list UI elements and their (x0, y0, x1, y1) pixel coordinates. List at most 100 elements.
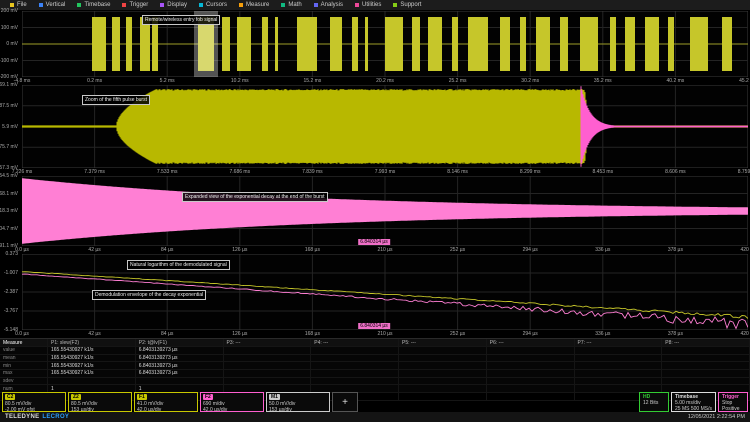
add-trace-button[interactable]: + (332, 392, 358, 412)
y-axis-label: -2.387 (4, 289, 18, 295)
x-axis-label: 126 µs (232, 247, 247, 253)
x-axis-label: 7.533 ms (157, 169, 178, 175)
measure-column-header[interactable]: P5: --- (399, 339, 487, 346)
menu-item-measure[interactable]: Measure (233, 0, 275, 10)
menu-item-math[interactable]: Math (275, 0, 307, 10)
menu-item-label: Trigger (129, 2, 148, 8)
measure-column-header[interactable]: P8: --- (662, 339, 750, 346)
x-axis-label: 10.2 ms (231, 78, 249, 84)
menu-item-cursors[interactable]: Cursors (193, 0, 233, 10)
trace-descriptor-c2[interactable]: C280.5 mV/div-2.00 mV ofst (2, 392, 66, 412)
measure-value (662, 355, 750, 362)
measure-column-header[interactable]: P1: slew(F2) (48, 339, 136, 346)
measure-value (662, 362, 750, 369)
status-bar: TELEDYNELECROY 12/05/2021 2:22:54 PM (0, 412, 750, 422)
measure-value (399, 347, 487, 354)
measure-row-label: sdev (0, 378, 48, 385)
timebase-menu-icon (77, 3, 81, 7)
menu-item-display[interactable]: Display (154, 0, 193, 10)
waveform-fob-signal (22, 11, 748, 77)
menu-item-utilities[interactable]: Utilities (349, 0, 387, 10)
menu-item-analysis[interactable]: Analysis (308, 0, 349, 10)
vertical-menu-icon (39, 3, 43, 7)
grid-zoom-burst: 169.1 mV87.5 mV5.9 mV-75.7 mV-157.3 mV Z… (0, 85, 750, 176)
x-axis-label: 210 µs (377, 331, 392, 337)
menu-item-label: Timebase (84, 2, 110, 8)
x-axis-label: 0.2 ms (87, 78, 102, 84)
measure-value (224, 347, 312, 354)
measure-column-header[interactable]: P2: t@lv(F1) (136, 339, 224, 346)
measure-value (399, 355, 487, 362)
measure-value (311, 378, 399, 385)
measure-column-header[interactable]: P4: --- (311, 339, 399, 346)
y-axis-label: 169.1 mV (0, 82, 18, 88)
x-axis-label: 378 µs (668, 247, 683, 253)
trace-id: F1 (137, 394, 147, 400)
measure-value (662, 370, 750, 377)
y-axis-labels: 154.5 mV68.1 mV-18.3 mV-104.7 mV-191.1 m… (0, 176, 20, 246)
menu-item-support[interactable]: Support (387, 0, 427, 10)
trace-id: F2 (203, 394, 213, 400)
y-axis-label: -18.3 mV (0, 208, 18, 214)
menu-item-timebase[interactable]: Timebase (71, 0, 116, 10)
x-axis-label: 84 µs (161, 247, 173, 253)
x-axis-label: 420 µs (740, 331, 750, 337)
trace-descriptor-m1[interactable]: M150.0 mV/div153 µs/div (266, 392, 330, 412)
trace-descriptor-f1[interactable]: F141.0 mV/div42.0 µs/div (134, 392, 198, 412)
y-axis-label: 0 mV (6, 41, 18, 47)
y-axis-labels: 169.1 mV87.5 mV5.9 mV-75.7 mV-157.3 mV (0, 85, 20, 168)
measure-column-header[interactable]: P3: --- (224, 339, 312, 346)
x-axis-label: 45.2 ms (739, 78, 750, 84)
measure-value (575, 378, 663, 385)
measure-value (224, 355, 312, 362)
measure-row-label: min (0, 362, 48, 369)
status-box-hd[interactable]: HD12 Bits (639, 392, 669, 412)
menu-item-label: File (17, 2, 27, 8)
menu-item-vertical[interactable]: Vertical (33, 0, 72, 10)
measure-value (487, 362, 575, 369)
trace-id: Z2 (71, 394, 81, 400)
measure-row: sdev (0, 378, 750, 386)
measure-column-header[interactable]: P6: --- (487, 339, 575, 346)
plot-area-log-demod[interactable]: Natural logarithm of the demodulated sig… (22, 254, 748, 330)
cursor-time-readout: 6.840314 µs (358, 323, 390, 329)
status-box-trigger[interactable]: TriggerStopPositive (718, 392, 748, 412)
plot-area-zoom-burst[interactable]: Zoom of the fifth pulse burst (22, 85, 748, 168)
x-axis-label: 5.2 ms (160, 78, 175, 84)
x-axis-label: 35.2 ms (594, 78, 612, 84)
y-axis-label: 68.1 mV (0, 191, 18, 197)
x-axis-label: 8.146 ms (447, 169, 468, 175)
y-axis-label: 87.5 mV (0, 103, 18, 109)
trace-descriptor-z2[interactable]: Z280.5 mV/div153 µs/div (68, 392, 132, 412)
x-axis-label: 15.2 ms (303, 78, 321, 84)
measure-column-header[interactable]: P7: --- (575, 339, 663, 346)
plot-area-fob-signal[interactable]: Remote/wireless entry fob signal (22, 11, 748, 77)
x-axis-label: 42 µs (88, 247, 100, 253)
x-axis-label: 336 µs (595, 331, 610, 337)
measure-row-label: mean (0, 355, 48, 362)
measure-value (487, 355, 575, 362)
x-axis-label: 252 µs (450, 331, 465, 337)
descriptor-boxes-left: C280.5 mV/div-2.00 mV ofstZ280.5 mV/div1… (2, 392, 358, 412)
menu-item-trigger[interactable]: Trigger (116, 0, 154, 10)
x-axis-label: 168 µs (305, 331, 320, 337)
plot-area-decay[interactable]: Expanded view of the exponential decay a… (22, 176, 748, 246)
measure-row-label: value (0, 347, 48, 354)
x-axis-label: 8.453 ms (593, 169, 614, 175)
display-menu-icon (160, 3, 164, 7)
measure-value: 6.8403139273 µs (136, 355, 224, 362)
measure-value (662, 378, 750, 385)
trace-descriptor-f2[interactable]: F2690 m/div42.0 µs/div (200, 392, 264, 412)
y-axis-label: -1.007 (4, 270, 18, 276)
y-axis-label: -100 mV (0, 58, 18, 64)
status-box-timebase[interactable]: Timebase5.00 ms/div25 MS 500 MS/s (671, 392, 716, 412)
y-axis-label: -104.7 mV (0, 226, 18, 232)
measure-value: 6.8403139273 µs (136, 362, 224, 369)
measure-value (662, 347, 750, 354)
x-axis-label: 7.686 ms (230, 169, 251, 175)
x-axis-strip: -4.8 ms0.2 ms5.2 ms10.2 ms15.2 ms20.2 ms… (22, 77, 748, 85)
measure-header-row: MeasureP1: slew(F2)P2: t@lv(F1)P3: ---P4… (0, 339, 750, 347)
x-axis-label: 0.0 µs (15, 331, 29, 337)
measure-row: value165.55430927 k1/s6.8403139273 µs (0, 347, 750, 355)
annotation-callout: Expanded view of the exponential decay a… (182, 192, 328, 202)
